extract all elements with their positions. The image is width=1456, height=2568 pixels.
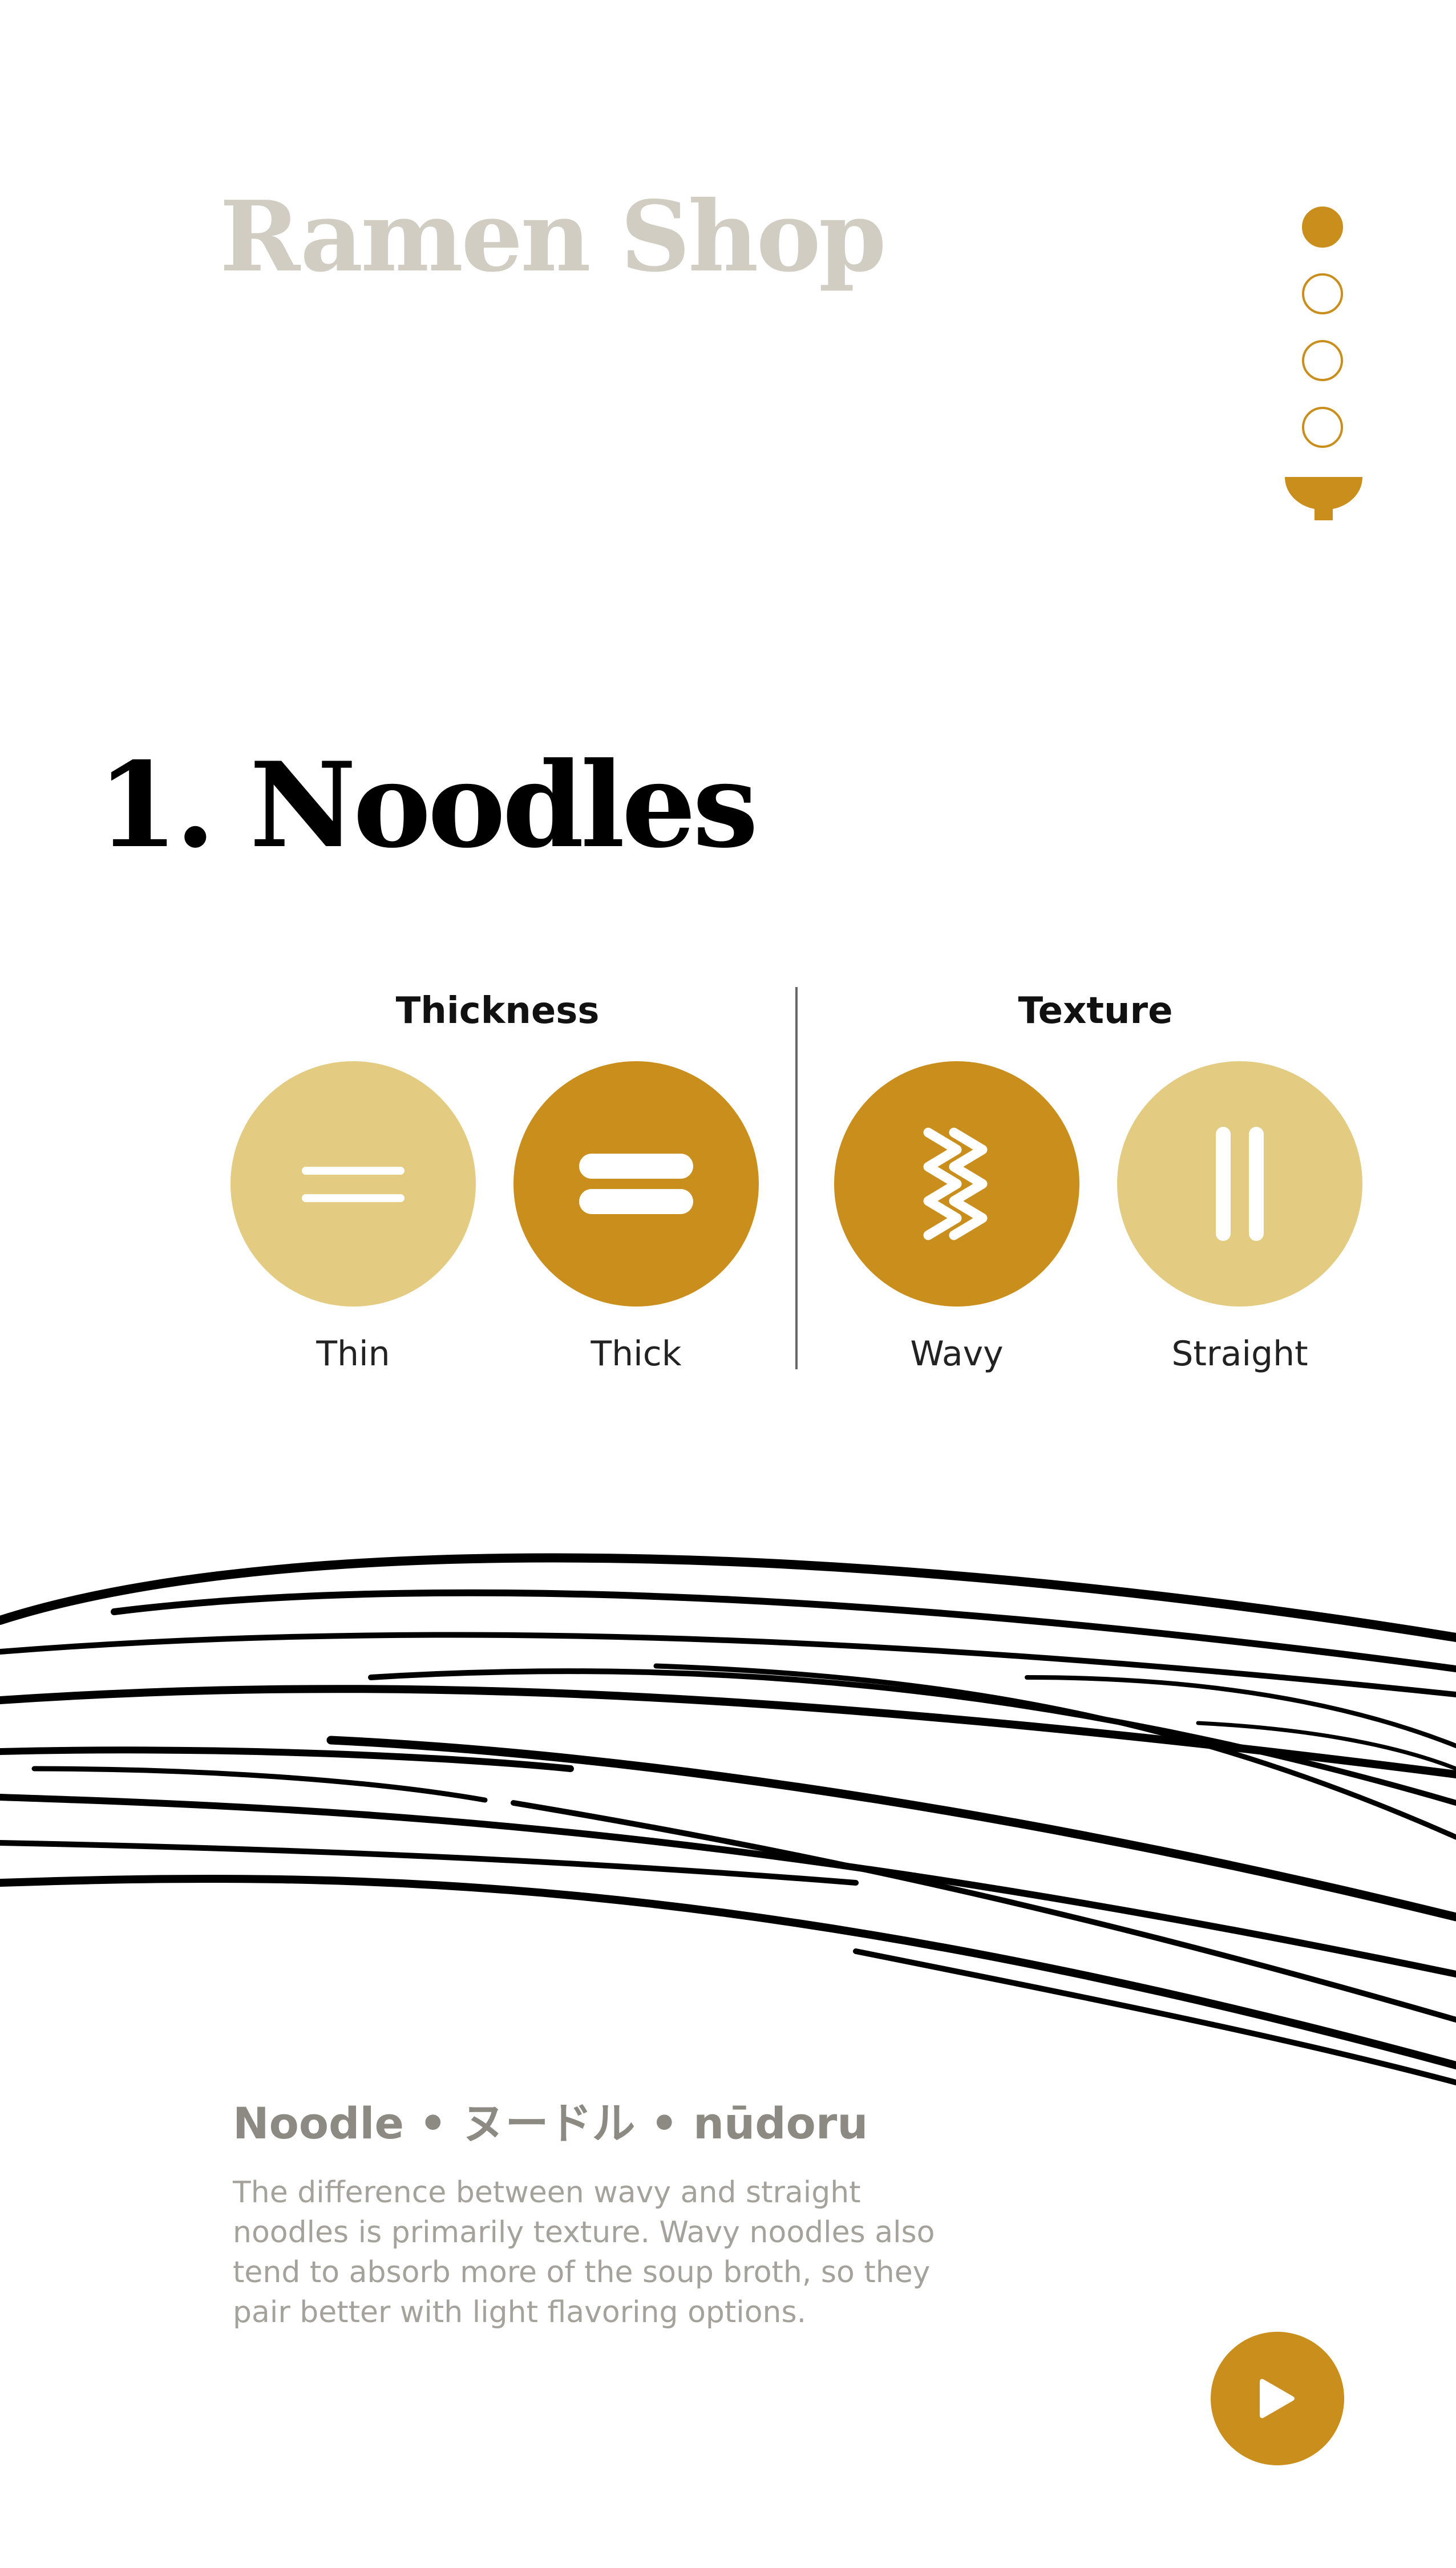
thick-lines-icon [579, 1154, 693, 1214]
noodle-term: Noodle • ヌードル • nūdoru [233, 2098, 868, 2149]
noodles-illustration [0, 1553, 1456, 2085]
step-dot-4[interactable] [1302, 407, 1343, 448]
wavy-lines-icon [923, 1127, 988, 1240]
straight-option-circle[interactable] [1117, 1061, 1362, 1307]
thin-label: Thin [316, 1334, 390, 1374]
thin-lines-icon [302, 1167, 405, 1202]
option-thick[interactable]: Thick [513, 1061, 759, 1374]
wavy-option-circle[interactable] [834, 1061, 1079, 1307]
step-dot-1[interactable] [1302, 207, 1343, 248]
straight-label: Straight [1171, 1334, 1308, 1374]
step-dot-3[interactable] [1302, 340, 1343, 381]
play-icon [1260, 2379, 1295, 2419]
section-title: 1. Noodles [97, 737, 758, 874]
thick-label: Thick [591, 1334, 682, 1374]
group-divider [795, 987, 798, 1369]
step-progress [1302, 207, 1345, 474]
thickness-heading: Thickness [395, 990, 600, 1032]
texture-heading: Texture [1018, 990, 1173, 1032]
app-title: Ramen Shop [220, 180, 887, 294]
bowl-icon [1285, 477, 1362, 520]
option-straight[interactable]: Straight [1117, 1061, 1362, 1374]
noodle-description: The difference between wavy and straight… [233, 2175, 935, 2330]
straight-lines-icon [1216, 1127, 1264, 1241]
step-dot-2[interactable] [1302, 273, 1343, 314]
thin-option-circle[interactable] [230, 1061, 476, 1307]
wavy-label: Wavy [910, 1334, 1004, 1374]
option-thin[interactable]: Thin [230, 1061, 476, 1374]
thick-option-circle[interactable] [513, 1061, 759, 1307]
next-button[interactable] [1211, 2332, 1344, 2465]
option-wavy[interactable]: Wavy [834, 1061, 1079, 1374]
